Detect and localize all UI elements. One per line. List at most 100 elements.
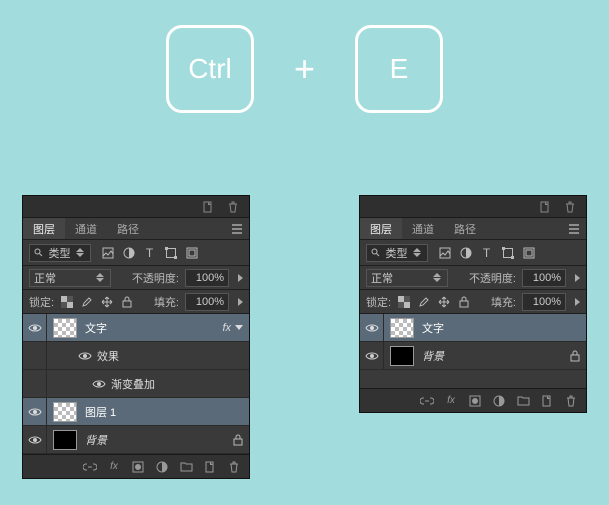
search-icon	[34, 248, 43, 257]
shape-filter-icon[interactable]	[501, 246, 514, 259]
shape-filter-icon[interactable]	[164, 246, 177, 259]
layer-name: 图层 1	[85, 404, 249, 420]
lock-transparent-icon[interactable]	[397, 295, 411, 309]
fx-icon[interactable]: fx	[107, 460, 121, 474]
trash-icon[interactable]	[563, 200, 576, 213]
select-arrows-icon	[76, 248, 86, 257]
type-filter-icon[interactable]: T	[143, 246, 156, 259]
adjust-filter-icon[interactable]	[122, 246, 135, 259]
tab-layers[interactable]: 图层	[360, 218, 402, 239]
link-icon[interactable]	[83, 460, 97, 474]
panel-top-bar	[23, 196, 249, 218]
plus-sign: +	[294, 48, 315, 90]
e-key: E	[355, 25, 443, 113]
visibility-toggle[interactable]	[23, 426, 47, 453]
new-doc-icon[interactable]	[538, 200, 551, 213]
layer-effects-label: 效果	[97, 348, 249, 364]
group-icon[interactable]	[179, 460, 193, 474]
group-icon[interactable]	[516, 394, 530, 408]
adjust-filter-icon[interactable]	[459, 246, 472, 259]
dropdown-arrow-icon[interactable]	[238, 298, 243, 306]
opacity-input[interactable]: 100%	[185, 269, 229, 287]
dropdown-arrow-icon[interactable]	[575, 274, 580, 282]
lock-icons	[60, 295, 134, 309]
trash-icon[interactable]	[564, 394, 578, 408]
new-doc-icon[interactable]	[201, 200, 214, 213]
opacity-label: 不透明度:	[132, 270, 179, 286]
link-icon[interactable]	[420, 394, 434, 408]
trash-icon[interactable]	[226, 200, 239, 213]
lock-all-icon[interactable]	[457, 295, 471, 309]
type-filter-icon[interactable]: T	[480, 246, 493, 259]
ctrl-key: Ctrl	[166, 25, 254, 113]
lock-move-icon[interactable]	[100, 295, 114, 309]
layer-name: 文字	[85, 320, 222, 336]
fx-badge[interactable]: fx	[222, 322, 231, 334]
visibility-toggle[interactable]	[73, 342, 97, 369]
lock-icons	[397, 295, 471, 309]
layer-row[interactable]: 背景	[360, 342, 586, 370]
tab-paths[interactable]: 路径	[444, 218, 486, 239]
fx-icon[interactable]: fx	[444, 394, 458, 408]
blend-mode-label: 正常	[371, 270, 393, 286]
dropdown-arrow-icon[interactable]	[575, 298, 580, 306]
mask-icon[interactable]	[468, 394, 482, 408]
panel-menu-icon[interactable]	[227, 218, 249, 239]
trash-icon[interactable]	[227, 460, 241, 474]
layer-effect-name: 渐变叠加	[111, 376, 249, 392]
visibility-cell-blank	[23, 370, 47, 397]
opacity-input[interactable]: 100%	[522, 269, 566, 287]
visibility-toggle[interactable]	[23, 314, 47, 341]
layer-row[interactable]: 图层 1	[23, 398, 249, 426]
lock-label: 锁定:	[366, 294, 391, 310]
dropdown-arrow-icon[interactable]	[238, 274, 243, 282]
lock-move-icon[interactable]	[437, 295, 451, 309]
layer-filter-row: 类型 T	[23, 240, 249, 266]
visibility-toggle[interactable]	[360, 342, 384, 369]
layer-effects-row[interactable]: 效果	[23, 342, 249, 370]
opacity-value: 100%	[196, 272, 224, 284]
visibility-toggle[interactable]	[360, 314, 384, 341]
lock-brush-icon[interactable]	[417, 295, 431, 309]
layer-row[interactable]: 背景	[23, 426, 249, 454]
new-layer-icon[interactable]	[203, 460, 217, 474]
image-filter-icon[interactable]	[101, 246, 114, 259]
tab-layers[interactable]: 图层	[23, 218, 65, 239]
filter-icons: T	[438, 246, 535, 259]
adjustment-icon[interactable]	[492, 394, 506, 408]
layer-row[interactable]: 文字	[360, 314, 586, 342]
tab-channels[interactable]: 通道	[65, 218, 107, 239]
select-arrows-icon	[413, 248, 423, 257]
tab-bar: 图层 通道 路径	[23, 218, 249, 240]
smart-filter-icon[interactable]	[522, 246, 535, 259]
lock-icon	[227, 434, 249, 446]
tab-paths[interactable]: 路径	[107, 218, 149, 239]
panel-footer: fx	[360, 388, 586, 412]
lock-all-icon[interactable]	[120, 295, 134, 309]
blend-mode-select[interactable]: 正常	[366, 269, 448, 287]
lock-brush-icon[interactable]	[80, 295, 94, 309]
kind-filter-select[interactable]: 类型	[29, 244, 91, 262]
visibility-toggle[interactable]	[23, 398, 47, 425]
image-filter-icon[interactable]	[438, 246, 451, 259]
new-layer-icon[interactable]	[540, 394, 554, 408]
adjustment-icon[interactable]	[155, 460, 169, 474]
chevron-down-icon[interactable]	[235, 325, 243, 330]
layer-effect-item[interactable]: 渐变叠加	[23, 370, 249, 398]
layer-thumbnail	[390, 346, 414, 366]
panel-menu-icon[interactable]	[564, 218, 586, 239]
smart-filter-icon[interactable]	[185, 246, 198, 259]
visibility-toggle[interactable]	[87, 370, 111, 397]
mask-icon[interactable]	[131, 460, 145, 474]
fill-input[interactable]: 100%	[522, 293, 566, 311]
layer-thumbnail	[53, 318, 77, 338]
layer-name: 背景	[85, 432, 227, 448]
fill-input[interactable]: 100%	[185, 293, 229, 311]
kind-filter-select[interactable]: 类型	[366, 244, 428, 262]
blend-mode-select[interactable]: 正常	[29, 269, 111, 287]
tab-channels[interactable]: 通道	[402, 218, 444, 239]
layer-row[interactable]: 文字 fx	[23, 314, 249, 342]
lock-transparent-icon[interactable]	[60, 295, 74, 309]
kind-filter-label: 类型	[386, 245, 408, 261]
layers-panel-left: 图层 通道 路径 类型 T 正常 不透明度: 100% 锁定:	[22, 195, 250, 479]
